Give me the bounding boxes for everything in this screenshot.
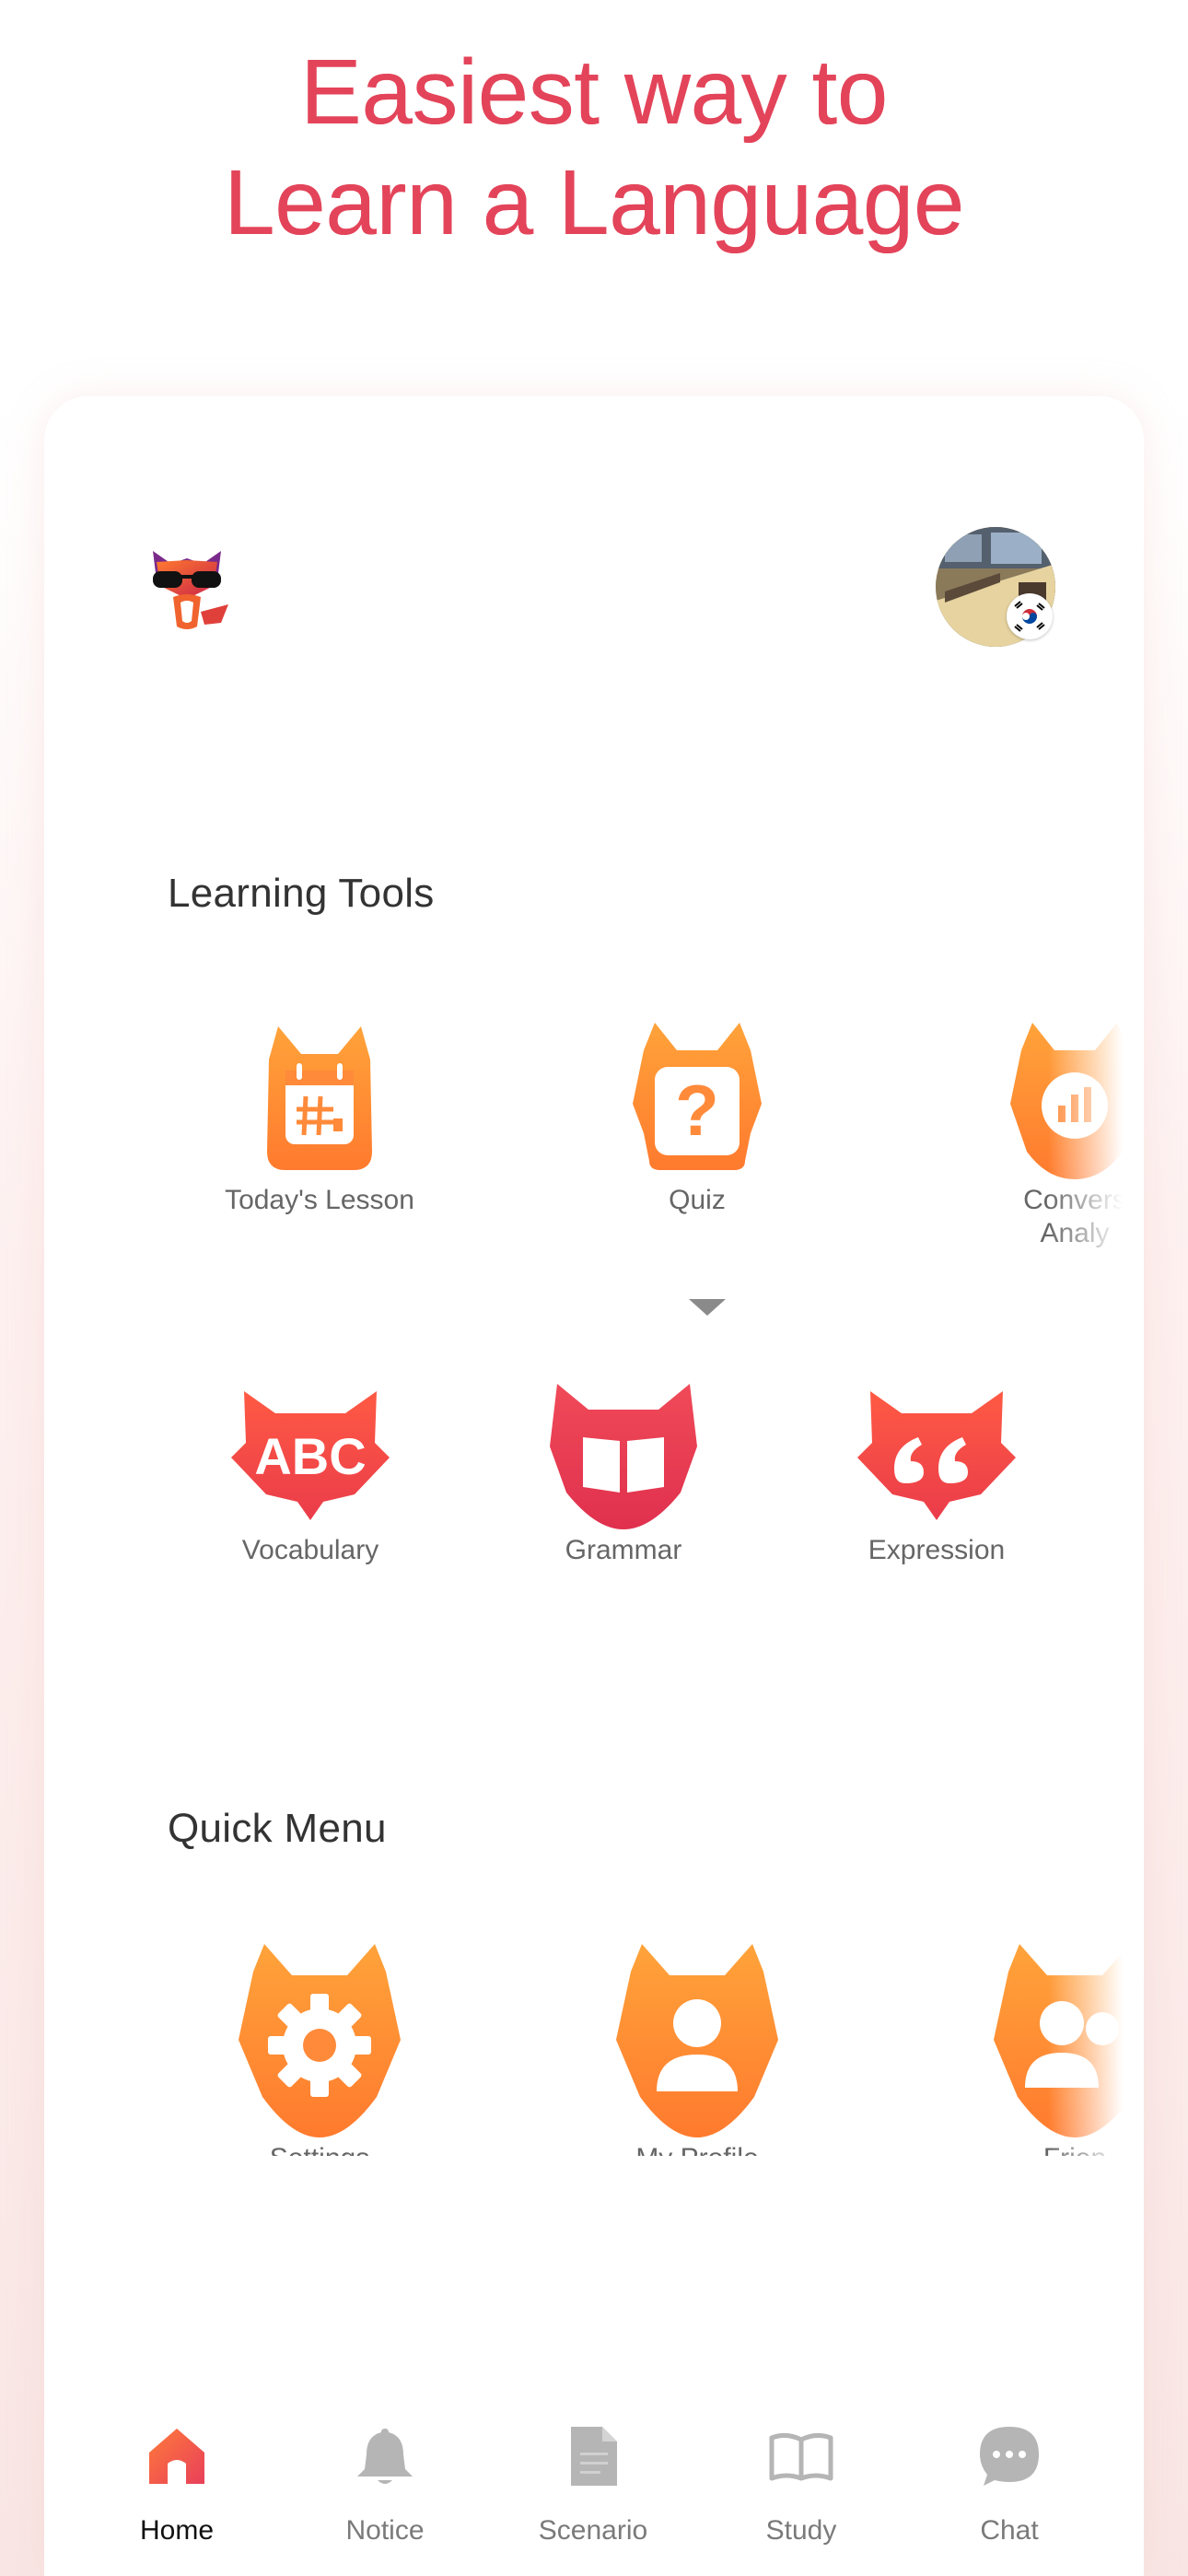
korea-flag-icon <box>1007 593 1053 639</box>
app-screen: Learning Tools Today's Lesson ? Quiz Con… <box>44 396 1144 2576</box>
quick-label: Settings <box>168 2142 472 2156</box>
tool-label: Vocabulary <box>241 1535 379 1565</box>
learning-tools-row-1: Today's Lesson ? Quiz Convers Analy <box>168 1023 1131 1262</box>
tab-notice[interactable]: Notice <box>284 2395 486 2547</box>
svg-text:ABC: ABC <box>254 1427 366 1485</box>
tab-label: Study <box>765 2515 837 2546</box>
gear-icon <box>239 1944 401 2137</box>
quick-friends[interactable]: Frien <box>923 1944 1131 2156</box>
chevron-down-icon[interactable] <box>689 1299 726 1316</box>
tab-label: Scenario <box>538 2515 648 2546</box>
headline-line-1: Easiest way to <box>300 41 888 144</box>
tab-study[interactable]: Study <box>700 2395 903 2547</box>
tool-label: Convers Analy <box>1023 1185 1126 1248</box>
tool-vocabulary[interactable]: ABC Vocabulary <box>168 1373 453 1567</box>
quick-menu-row: Settings My Profile Frien <box>168 1944 1131 2156</box>
bottom-tab-bar: Home Notice Scenario Study Chat <box>44 2395 1144 2576</box>
tool-label: Grammar <box>565 1535 682 1565</box>
document-icon <box>571 2427 617 2486</box>
tool-label: Quiz <box>669 1185 726 1215</box>
tab-scenario[interactable]: Scenario <box>492 2395 694 2547</box>
tool-quiz[interactable]: ? Quiz <box>545 1023 849 1217</box>
tab-chat[interactable]: Chat <box>908 2395 1111 2547</box>
friends-icon <box>994 1944 1131 2137</box>
bell-icon <box>357 2429 413 2484</box>
headline-line-2: Learn a Language <box>224 151 964 254</box>
tool-label: Expression <box>868 1535 1006 1565</box>
tool-grammar[interactable]: Grammar <box>481 1373 766 1567</box>
chart-icon <box>1010 1023 1131 1179</box>
learning-tools-row-2: ABC Vocabulary Grammar Expression <box>168 1373 1131 1585</box>
calendar-icon <box>267 1026 372 1170</box>
learning-tools-title: Learning Tools <box>168 871 435 916</box>
home-icon <box>149 2429 204 2484</box>
person-icon <box>616 1944 778 2137</box>
fox-sunglasses-logo-icon[interactable] <box>136 534 238 636</box>
tool-label: Today's Lesson <box>225 1185 414 1215</box>
tool-conversation-analysis[interactable]: Convers Analy <box>923 1023 1131 1250</box>
tab-label: Chat <box>980 2515 1039 2546</box>
quick-menu-title: Quick Menu <box>168 1806 387 1851</box>
headline: Easiest way to Learn a Language <box>0 37 1188 258</box>
abc-icon: ABC <box>231 1391 390 1520</box>
chat-bubble-icon <box>980 2427 1039 2486</box>
tab-label: Home <box>139 2515 215 2546</box>
open-book-icon <box>769 2432 833 2481</box>
quick-my-profile[interactable]: My Profile <box>545 1944 849 2156</box>
tool-todays-lesson[interactable]: Today's Lesson <box>168 1023 472 1217</box>
quote-icon <box>857 1391 1016 1520</box>
tab-label: Notice <box>345 2515 425 2546</box>
tab-home[interactable]: Home <box>76 2395 278 2547</box>
question-icon: ? <box>633 1023 762 1170</box>
book-icon <box>550 1384 697 1529</box>
svg-text:?: ? <box>675 1070 719 1151</box>
quick-settings[interactable]: Settings <box>168 1944 472 2156</box>
tool-expression[interactable]: Expression <box>794 1373 1079 1567</box>
quick-label: My Profile <box>545 2142 849 2156</box>
quick-label: Frien <box>923 2142 1131 2156</box>
